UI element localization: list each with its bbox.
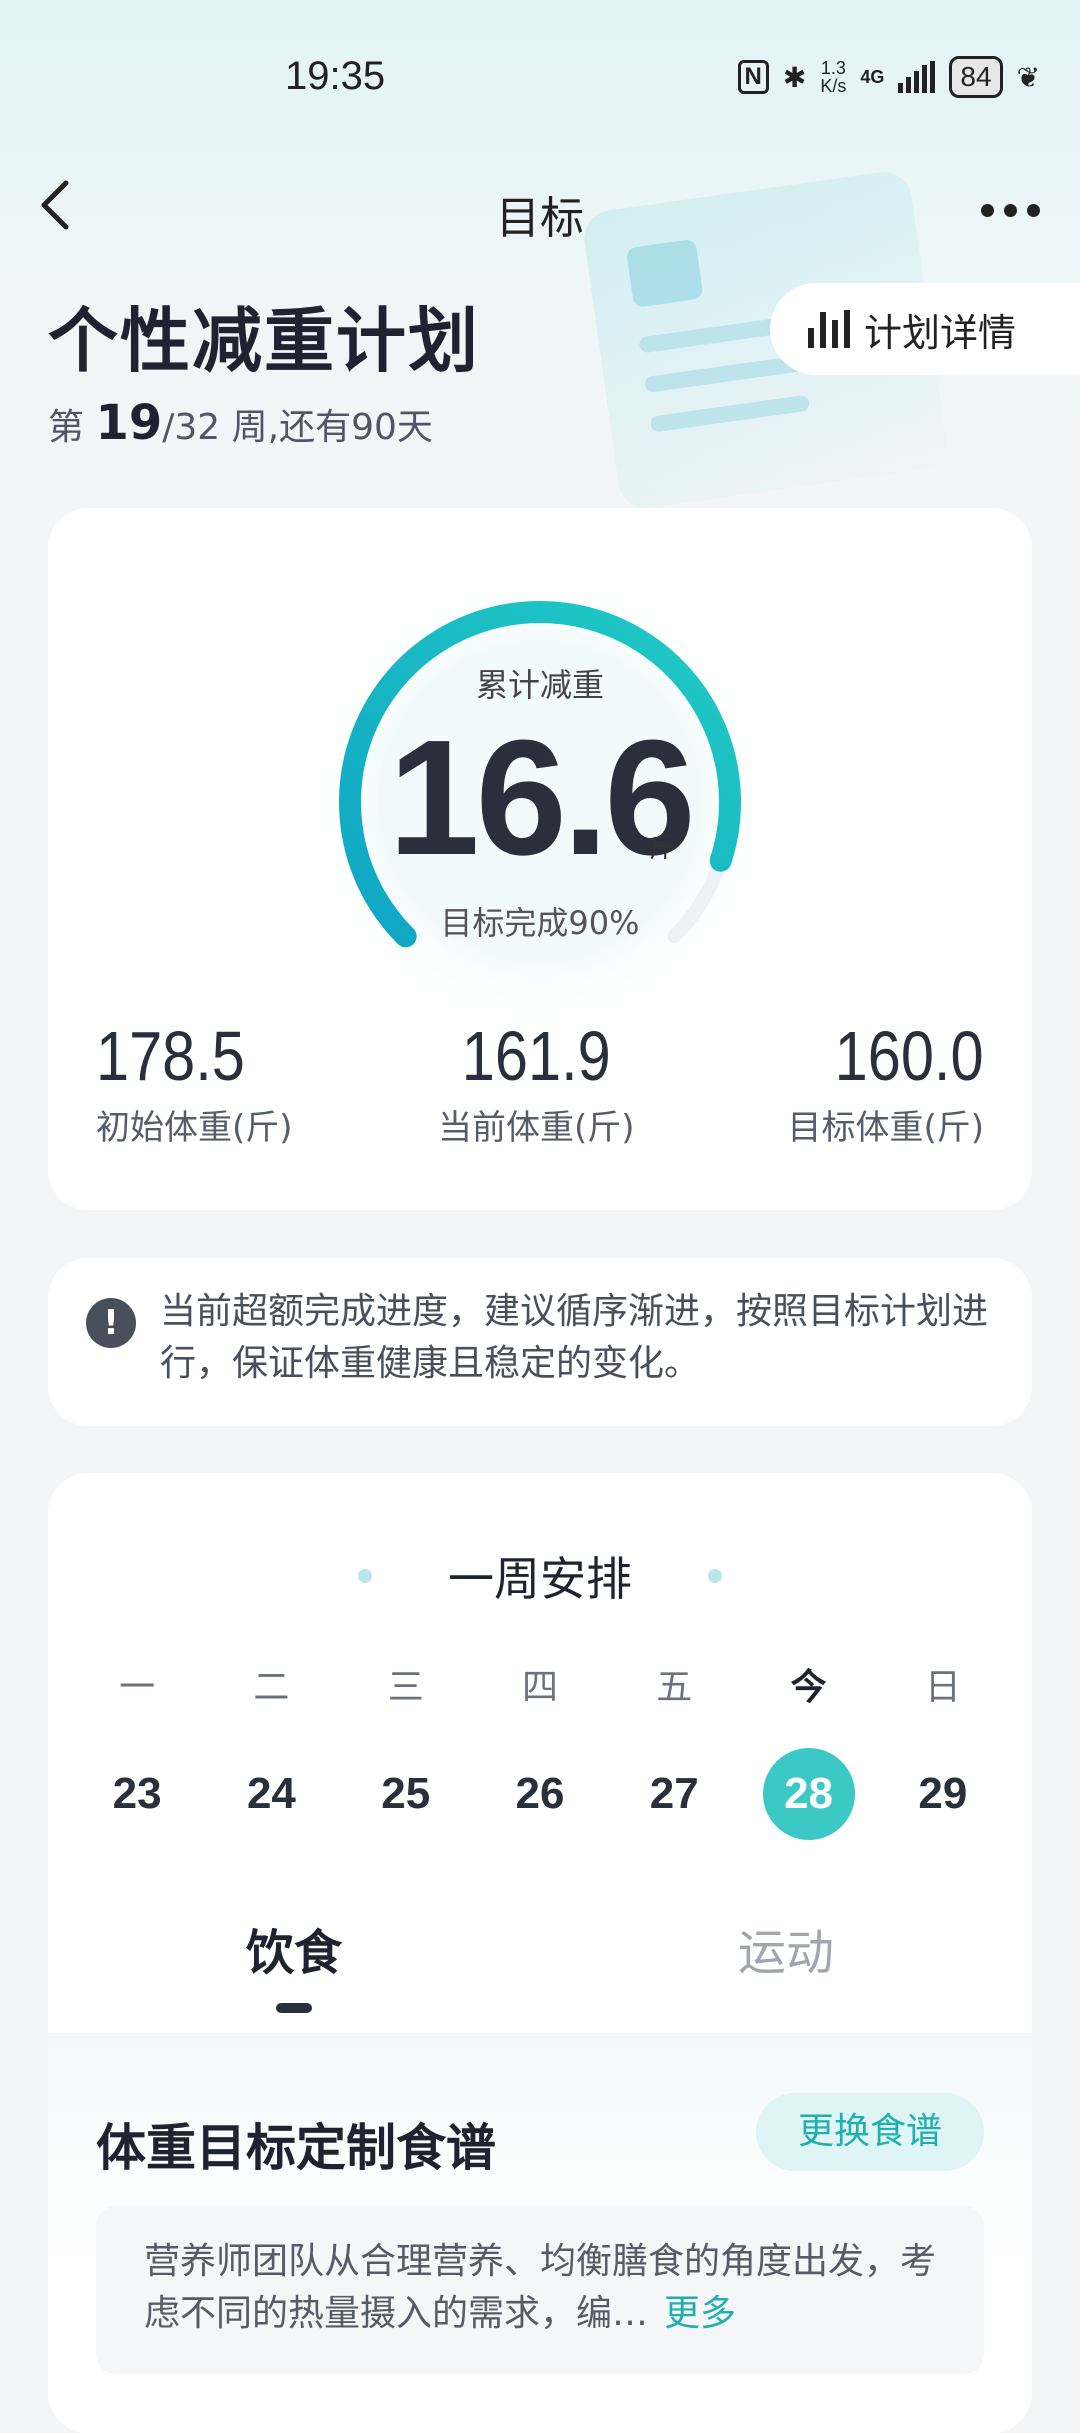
goal-completion-text: 目标完成90% [440, 904, 640, 942]
date-number: 29 [918, 1769, 968, 1818]
cumulative-loss-label: 累计减重 [475, 666, 604, 704]
nfc-icon: N [737, 60, 769, 94]
date-number-selected: 28 [762, 1748, 855, 1840]
plan-title: 个性减重计划 [48, 300, 480, 382]
target-weight-label: 目标体重(斤) [787, 1108, 984, 1148]
exclamation-icon: ! [86, 1298, 136, 1348]
change-recipe-button[interactable]: 更换食谱 [756, 2093, 984, 2171]
weekday-label: 今 [790, 1667, 827, 1708]
network-speed-unit: K/s [820, 76, 847, 96]
bar-chart-icon [808, 310, 850, 348]
weekday-label: 日 [924, 1667, 961, 1708]
weekday-label: 二 [253, 1667, 290, 1708]
cumulative-loss-unit: 斤 [649, 834, 676, 864]
decor-dot-right [708, 1569, 722, 1583]
active-tab-indicator [276, 2003, 312, 2013]
status-time: 19:35 [285, 54, 386, 98]
tab-diet[interactable]: 饮食 [194, 1913, 394, 1983]
weekday-label: 四 [521, 1667, 558, 1708]
day-item-24[interactable]: 二 24 [221, 1658, 321, 1840]
plan-details-label: 计划详情 [864, 310, 1017, 355]
day-item-today[interactable]: 今 28 [759, 1658, 859, 1840]
weekday-label: 五 [656, 1667, 693, 1708]
week-suffix: /32 周,还有90天 [162, 407, 433, 448]
cumulative-loss-value: 16.6 [388, 706, 695, 889]
more-dot-icon [980, 203, 994, 217]
plan-week-progress: 第 19/32 周,还有90天 [48, 395, 433, 451]
day-item-27[interactable]: 五 27 [624, 1658, 724, 1840]
leaf-icon: ❦ [1016, 61, 1040, 93]
signal-icon [898, 61, 936, 93]
initial-weight-stat: 178.5 初始体重(斤) [96, 1018, 293, 1149]
current-weight-label: 当前体重(斤) [438, 1108, 635, 1148]
weekly-schedule-title: 一周安排 [448, 1552, 632, 1606]
page-title: 目标 [496, 193, 584, 244]
weekday-label: 一 [119, 1667, 156, 1708]
network-speed-value: 1.3 [820, 58, 846, 78]
date-number: 24 [246, 1769, 296, 1818]
progress-notice-card: ! 当前超额完成进度，建议循序渐进，按照目标计划进行，保证体重健康且稳定的变化。 [48, 1258, 1032, 1426]
target-weight-stat: 160.0 目标体重(斤) [787, 1018, 984, 1149]
week-prefix: 第 [48, 407, 96, 448]
more-options-button[interactable] [970, 180, 1050, 240]
tab-exercise[interactable]: 运动 [686, 1913, 886, 1983]
date-number: 27 [649, 1769, 699, 1818]
network-speed: 1.3 K/s [820, 59, 846, 95]
notice-text: 当前超额完成进度，建议循序渐进，按照目标计划进行，保证体重健康且稳定的变化。 [160, 1291, 989, 1384]
current-weight-value: 161.9 [461, 1017, 611, 1095]
recipe-description: 营养师团队从合理营养、均衡膳食的角度出发，考虑不同的热量摄入的需求，编… 更多 [96, 2206, 984, 2374]
day-item-26[interactable]: 四 26 [490, 1658, 590, 1840]
target-weight-value: 160.0 [835, 1017, 984, 1095]
initial-weight-label: 初始体重(斤) [96, 1108, 293, 1148]
recipe-description-text: 营养师团队从合理营养、均衡膳食的角度出发，考虑不同的热量摄入的需求，编… [144, 2241, 937, 2334]
date-number: 23 [112, 1769, 162, 1818]
date-number: 26 [515, 1769, 565, 1818]
recipe-title: 体重目标定制食谱 [96, 2119, 496, 2177]
decor-dot-left [358, 1569, 372, 1583]
date-number: 25 [381, 1769, 431, 1818]
more-dot-icon [1003, 203, 1017, 217]
status-bar: 19:35 N ✱ 1.3 K/s 4G 84 ❦ [0, 50, 1080, 110]
day-item-23[interactable]: 一 23 [87, 1658, 187, 1840]
current-weight-stat: 161.9 当前体重(斤) [438, 1018, 635, 1149]
initial-weight-value: 178.5 [96, 1017, 245, 1095]
weekday-label: 三 [387, 1667, 424, 1708]
more-dot-icon [1026, 203, 1040, 217]
weight-progress-card: 累计减重 16.6 斤 目标完成90% 178.5 初始体重(斤) 161.9 … [48, 508, 1032, 1210]
battery-icon: 84 [949, 56, 1003, 98]
plan-tabs: 饮食 运动 [48, 1913, 1032, 2033]
more-link[interactable]: 更多 [664, 2293, 736, 2334]
day-item-25[interactable]: 三 25 [356, 1658, 456, 1840]
day-item-29[interactable]: 日 29 [893, 1658, 993, 1840]
week-current: 19 [95, 395, 163, 451]
week-day-selector: 一 23 二 24 三 25 四 26 五 27 今 28 日 29 [48, 1658, 1032, 1840]
bluetooth-icon: ✱ [782, 61, 807, 93]
plan-details-button[interactable]: 计划详情 [770, 283, 1080, 375]
network-type: 4G [860, 66, 885, 87]
weekly-schedule-card: 一周安排 一 23 二 24 三 25 四 26 五 27 今 28 日 29 饮食 运动 体… [48, 1473, 1032, 2433]
